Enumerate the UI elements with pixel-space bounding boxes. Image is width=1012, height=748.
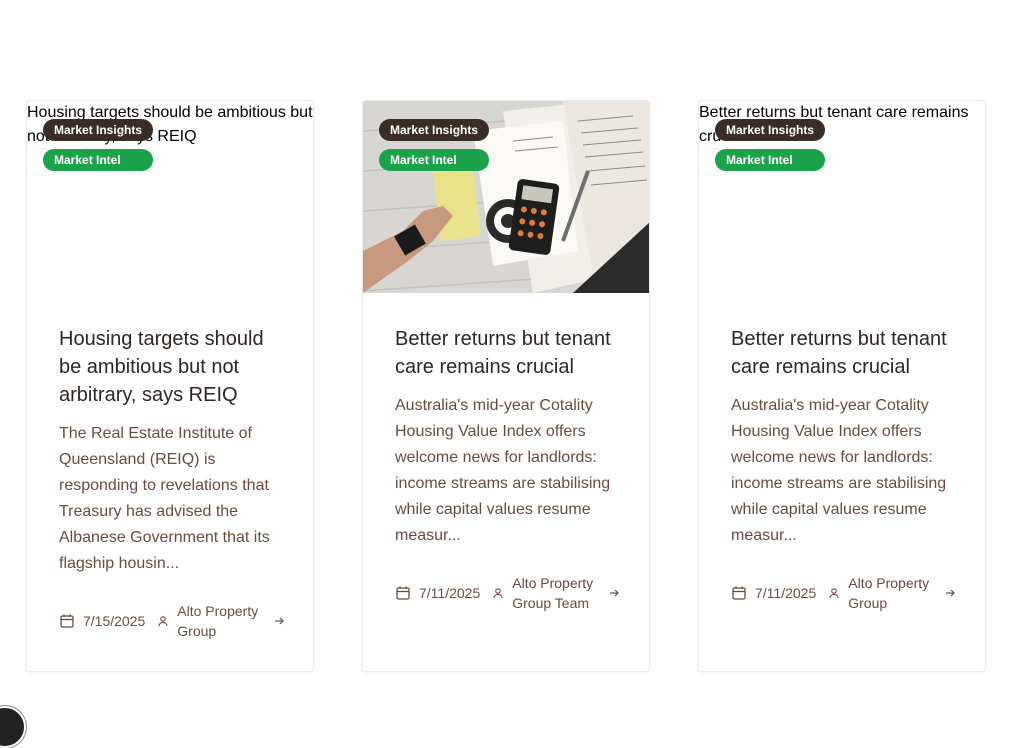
category-badge: Market Insights xyxy=(43,119,153,141)
user-icon xyxy=(158,616,168,627)
article-meta: 7/11/2025 Alto Property Group xyxy=(731,573,961,613)
article-title[interactable]: Housing targets should be ambitious but … xyxy=(59,325,283,409)
article-title[interactable]: Better returns but tenant care remains c… xyxy=(395,325,619,381)
tag-badge: Market Intel xyxy=(379,149,489,171)
article-card[interactable]: Housing targets should be ambitious but … xyxy=(26,100,314,672)
calendar-icon xyxy=(396,586,410,600)
article-meta: 7/15/2025 Alto Property Group xyxy=(59,601,289,641)
article-image[interactable]: Market Insights Market Intel xyxy=(363,101,649,293)
arrow-right-icon[interactable] xyxy=(608,587,620,599)
article-date: 7/15/2025 xyxy=(83,613,146,629)
arrow-right-icon[interactable] xyxy=(944,587,956,599)
article-excerpt: Australia's mid-year Cotality Housing Va… xyxy=(395,397,611,544)
article-author: Alto Property Group xyxy=(848,575,930,611)
article-card[interactable]: Market Insights Market Intel Better retu… xyxy=(362,100,650,672)
article-excerpt: Australia's mid-year Cotality Housing Va… xyxy=(731,397,947,544)
article-author: Alto Property Group xyxy=(177,603,259,639)
article-date: 7/11/2025 xyxy=(755,585,817,601)
article-title[interactable]: Better returns but tenant care remains c… xyxy=(731,325,955,381)
article-image[interactable]: Housing targets should be ambitious but … xyxy=(27,101,313,293)
user-icon xyxy=(493,588,503,599)
arrow-right-icon[interactable] xyxy=(273,615,285,627)
article-card[interactable]: Better returns but tenant care remains c… xyxy=(698,100,986,672)
article-excerpt: The Real Estate Institute of Queensland … xyxy=(59,425,270,572)
floating-action-button[interactable] xyxy=(0,706,26,748)
calendar-icon xyxy=(732,586,746,600)
article-meta: 7/11/2025 Alto Property Group Team xyxy=(395,573,625,613)
article-body: Better returns but tenant care remains c… xyxy=(395,325,619,549)
tag-badge: Market Intel xyxy=(715,149,825,171)
article-date: 7/11/2025 xyxy=(419,585,481,601)
article-author: Alto Property Group Team xyxy=(512,575,594,611)
article-grid: Housing targets should be ambitious but … xyxy=(26,100,986,672)
article-image[interactable]: Better returns but tenant care remains c… xyxy=(699,101,985,293)
article-body: Better returns but tenant care remains c… xyxy=(731,325,955,549)
user-icon xyxy=(829,588,839,599)
category-badge: Market Insights xyxy=(379,119,489,141)
tag-badge: Market Intel xyxy=(43,149,153,171)
category-badge: Market Insights xyxy=(715,119,825,141)
article-body: Housing targets should be ambitious but … xyxy=(59,325,283,577)
calendar-icon xyxy=(60,614,74,628)
